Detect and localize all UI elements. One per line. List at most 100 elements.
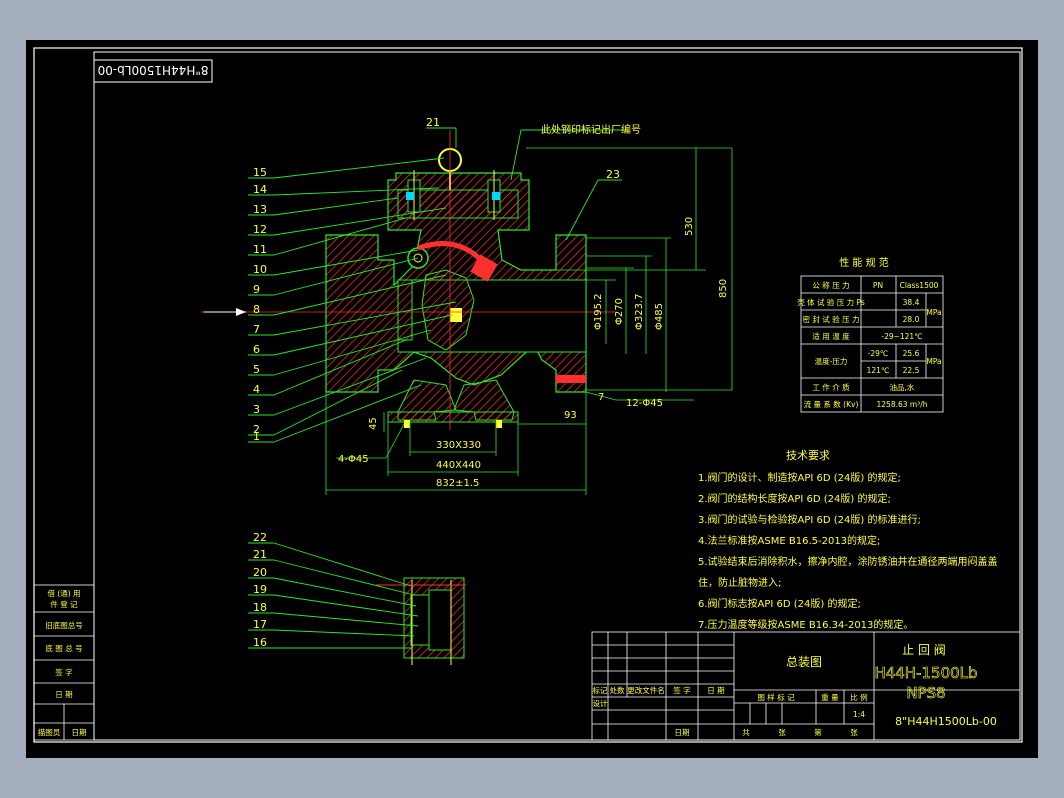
detail-label: 18 [253,601,267,614]
perf-cell: 1258.63 m³/h [877,400,928,409]
dim-7: 7 [598,392,604,403]
dim-330: 330X330 [436,440,481,451]
part-label: 10 [253,263,267,276]
tb-stage: 重 量 [821,693,839,702]
part-label: 23 [606,168,620,181]
drawing-canvas: 8"H44H1500Lb-00 15 14 13 12 11 10 9 8 7 … [26,40,1038,758]
perf-cell: 22.5 [903,366,920,375]
tb-header: 日 期 [707,686,724,695]
tb-drawing-number: 8"H44H1500Lb-00 [895,715,997,728]
performance-table: 性 能 规 范 公 称 压 力 PN Class1500 壳 体 试 验 压 力… [797,256,944,413]
part-label: 7 [253,323,260,336]
tb-sheet: 第 [814,727,822,737]
part-label: 5 [253,363,260,376]
dim-530: 530 [684,217,695,236]
detail-label: 22 [253,531,267,544]
dim-4-holes: 4-Φ45 [338,454,369,465]
perf-table-title: 性 能 规 范 [839,256,889,269]
perf-cell: PN [873,281,883,290]
tech-item: 1.阀门的设计、制造按API 6D (24版) 的规定; [698,471,901,484]
part-label: 14 [253,183,267,196]
part-label: 1 [253,430,260,443]
part-label: 11 [253,243,267,256]
dim-485: Φ485 [654,303,665,330]
tech-item: 3.阀门的试验与检验按API 6D (24版) 的标准进行; [698,513,921,526]
part-label: 8 [253,303,260,316]
tech-item: 7.压力温度等级按ASME B16.34-2013的规定。 [698,618,913,631]
tech-title: 技术要求 [786,449,830,462]
dim-850: 850 [718,279,729,298]
tech-item: 住，防止脏物进入; [698,576,781,589]
tb-header: 签 字 [673,685,690,695]
detail-view: 22 21 20 19 18 17 16 [248,531,466,665]
perf-cell: 25.6 [903,349,920,358]
tb-product-name: 止 回 阀 [902,643,946,657]
perf-cell: 温度-压力 [815,356,848,366]
perf-unit: MPa [926,308,941,317]
stamp-note: 此处钢印标记出厂编号 [541,123,641,136]
tb-scale: 1:4 [853,710,865,719]
tech-item: 5.试验结束后消除积水，擦净内腔，涂防锈油并在通径两端用闷盖盖 [698,555,998,568]
tech-item: 6.阀门标志按API 6D (24版) 的规定; [698,597,861,610]
perf-cell: 密 封 试 验 压 力 [803,314,860,324]
side-cell: 日 期 [55,690,72,699]
tb-header: 更改文件名 [627,685,665,695]
dim-323: Φ323.7 [634,294,645,331]
side-cell: 底 图 总 号 [45,643,82,653]
side-cell: 签 字 [55,667,72,677]
part-label: 9 [253,283,260,296]
side-cell: 旧底图总号 [45,620,83,630]
part-label: 4 [253,383,260,396]
side-cell: 借 (通) 用 [47,588,80,598]
cad-drawing: 8"H44H1500Lb-00 15 14 13 12 11 10 9 8 7 … [33,47,1023,743]
tech-requirements: 技术要求 1.阀门的设计、制造按API 6D (24版) 的规定; 2.阀门的结… [698,449,998,631]
tb-stage: 比 例 [850,692,867,702]
tech-item: 4.法兰标准按ASME B16.5-2013的规定; [698,534,880,547]
dim-93: 93 [564,410,577,421]
tb-header: 标记 [593,685,608,695]
detail-label: 17 [253,618,267,631]
part-label: 21 [426,116,440,129]
part-label: 13 [253,203,267,216]
side-cell: 件 登 记 [50,599,78,609]
mirrored-drawing-number: 8"H44H1500Lb-00 [98,63,209,77]
dim-440: 440X440 [436,460,481,471]
tb-sheet: 共 [742,728,750,737]
tech-item: 2.阀门的结构长度按API 6D (24版) 的规定; [698,492,891,505]
tb-model: H44H-1500Lb [874,664,977,682]
detail-label: 21 [253,548,267,561]
perf-cell: 38.4 [903,298,920,307]
tb-date: 日期 [675,728,690,737]
dim-270: Φ270 [614,298,625,325]
tb-row-label: 设计 [593,698,608,708]
side-cell: 日期 [72,728,87,737]
detail-label: 20 [253,566,267,579]
perf-cell: 28.0 [903,315,920,324]
perf-cell: 油品,水 [890,382,915,392]
detail-label: 19 [253,583,267,596]
part-label: 15 [253,166,267,179]
side-table: 借 (通) 用 件 登 记 旧底图总号 底 图 总 号 签 字 日 期 描图员 … [33,584,95,741]
detail-label: 16 [253,636,267,649]
title-block: 标记 处数 更改文件名 签 字 日 期 设计 日期 图 样 标 记 重 量 比 … [591,631,1021,741]
perf-cell: 工 作 介 质 [812,382,850,392]
perf-cell: -29℃ [868,349,889,358]
part-label: 6 [253,343,260,356]
tb-sheet: 张 [850,728,858,737]
tb-stage: 图 样 标 记 [757,692,795,702]
tb-sheet: 张 [778,728,786,737]
perf-cell: 121℃ [867,366,890,375]
inner-frame [93,51,1021,741]
perf-cell: Class1500 [900,281,939,290]
perf-cell: 适 用 温 度 [812,331,850,341]
side-cell: 描图员 [38,727,61,737]
perf-cell: -29~121℃ [881,332,922,341]
tb-drawing-title: 总装图 [786,655,822,669]
tb-nps: NPS8 [906,684,945,702]
dim-832: 832±1.5 [436,478,479,489]
dim-45: 45 [368,417,379,430]
dim-195: Φ195.2 [593,294,604,331]
perf-cell: 流 量 系 数 (Kv) [804,399,859,409]
perf-cell: 壳 体 试 验 压 力 Ps [797,297,865,307]
part-label: 3 [253,403,260,416]
